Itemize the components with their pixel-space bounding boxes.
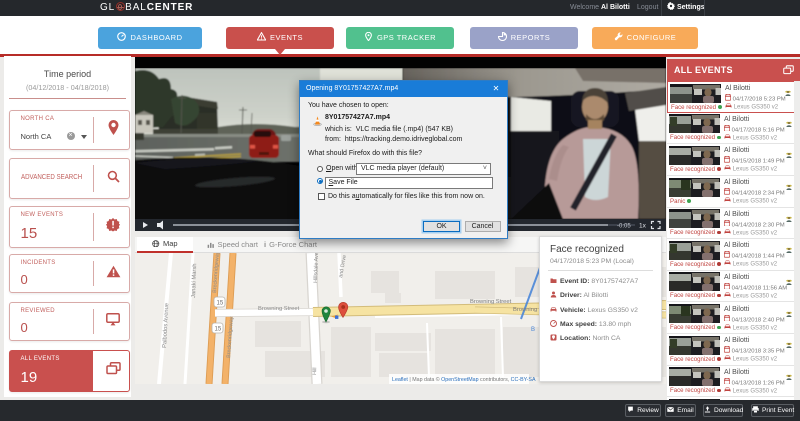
svg-text:Janaki Marsh: Janaki Marsh [191, 263, 198, 298]
svg-text:15: 15 [215, 327, 222, 333]
svg-text:Hill: Hill [312, 367, 318, 375]
svg-text:-0:05: -0:05 [617, 224, 631, 230]
svg-text:Browning Street: Browning Street [470, 299, 512, 305]
svg-text:15: 15 [217, 301, 224, 307]
svg-text:Leaflet | Map data © OpenStree: Leaflet | Map data © OpenStreetMap contr… [392, 376, 536, 383]
svg-text:Hillsdale Ave: Hillsdale Ave [313, 253, 320, 283]
svg-text:Browning Street: Browning Street [258, 306, 300, 312]
svg-text:1x: 1x [639, 223, 647, 230]
svg-text:B: B [531, 327, 535, 333]
